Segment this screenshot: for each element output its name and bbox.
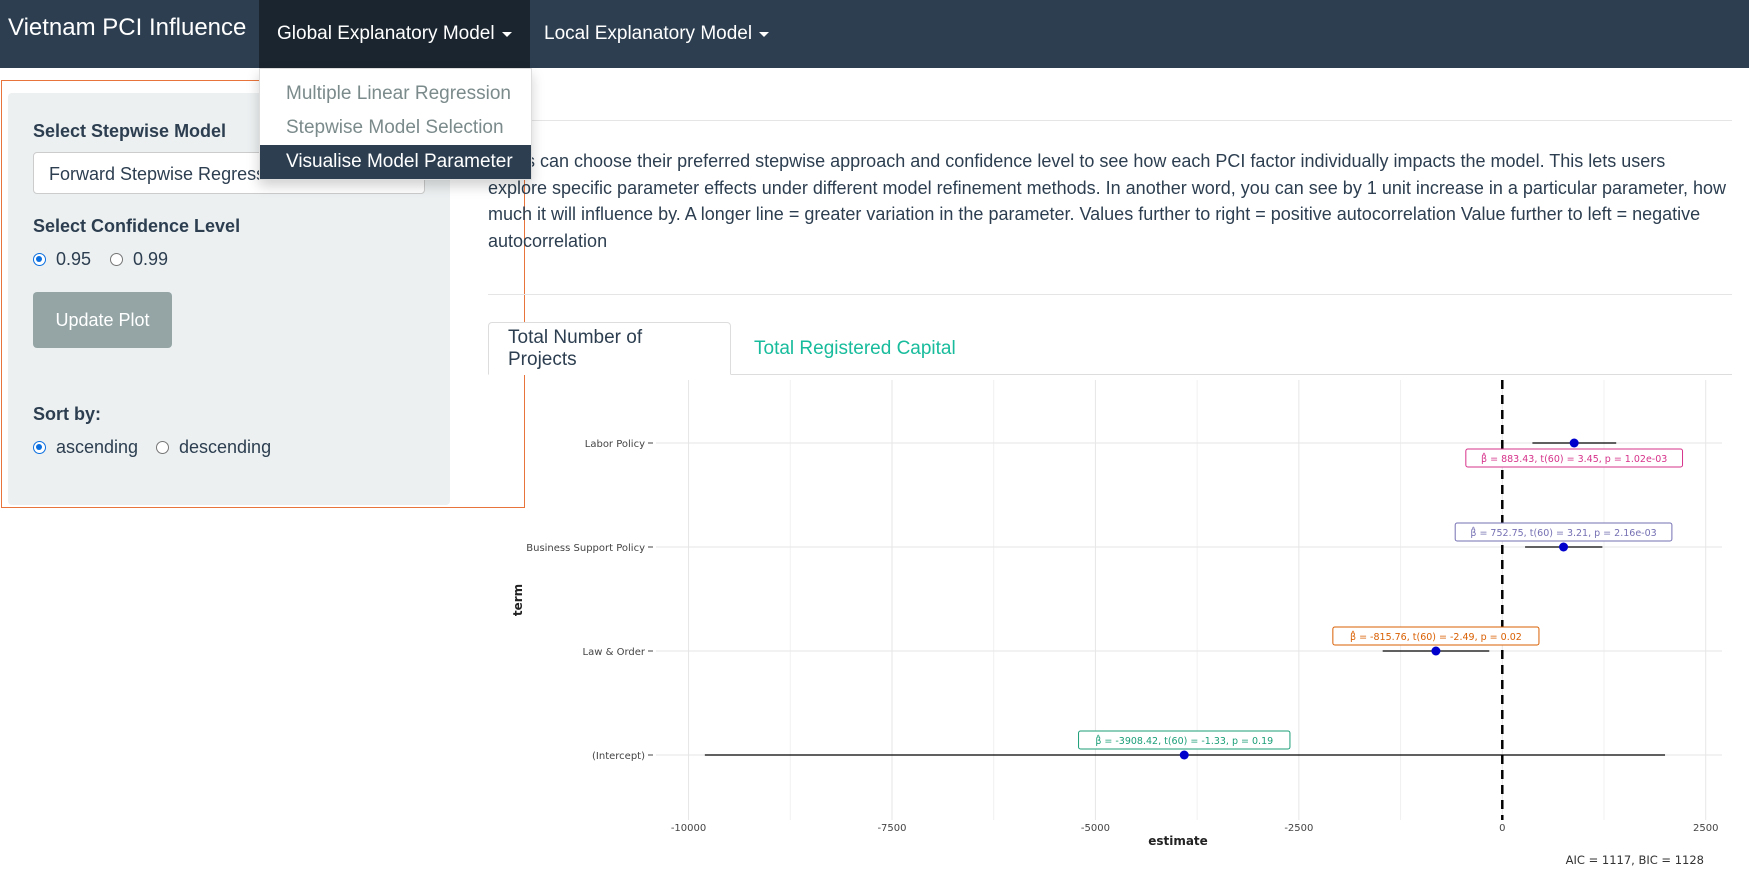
- menu-item-visualise-model-parameter[interactable]: Visualise Model Parameter: [260, 145, 531, 179]
- app-title[interactable]: Vietnam PCI Influence: [8, 14, 246, 42]
- estimate-point: [1179, 750, 1189, 760]
- y-tick-label: Business Support Policy: [526, 543, 645, 554]
- y-tick-label: Labor Policy: [585, 439, 645, 450]
- caret-down-icon: [501, 31, 512, 37]
- menu-item-stepwise-model-selection[interactable]: Stepwise Model Selection: [260, 111, 531, 145]
- estimate-point: [1559, 542, 1569, 552]
- x-tick-label: -7500: [877, 823, 906, 834]
- menu-item-multiple-linear-regression[interactable]: Multiple Linear Regression: [260, 77, 531, 111]
- local-menu-label: Local Explanatory Model: [544, 23, 753, 44]
- local-explanatory-model-menu[interactable]: Local Explanatory Model: [526, 0, 787, 68]
- x-tick-label: -10000: [671, 823, 706, 834]
- estimate-point: [1569, 438, 1579, 448]
- estimate-label: β̂ = -3908.42, t(60) = -1.33, p = 0.19: [1095, 734, 1273, 747]
- estimate-label-box: [1465, 448, 1684, 468]
- divider: [488, 294, 1732, 295]
- estimate-label: β̂ = 883.43, t(60) = 3.45, p = 1.02e-03: [1481, 452, 1667, 465]
- tab-total-registered-capital[interactable]: Total Registered Capital: [735, 322, 975, 375]
- navbar: Vietnam PCI Influence Global Explanatory…: [0, 0, 1749, 68]
- global-explanatory-model-menu[interactable]: Global Explanatory Model: [259, 0, 530, 68]
- x-tick-label: 2500: [1693, 823, 1718, 834]
- x-axis-label: estimate: [1148, 834, 1208, 848]
- y-tick-label: Law & Order: [583, 647, 646, 658]
- estimate-point: [1431, 646, 1441, 656]
- x-tick-label: -5000: [1081, 823, 1110, 834]
- estimate-label: β̂ = -815.76, t(60) = -2.49, p = 0.02: [1350, 630, 1522, 643]
- y-tick-label: (Intercept): [592, 751, 645, 762]
- tab-total-number-of-projects[interactable]: Total Number of Projects: [488, 322, 731, 375]
- estimate-label-box: [1332, 626, 1540, 646]
- estimate-label-box: [1078, 730, 1291, 750]
- caret-down-icon: [759, 31, 770, 37]
- y-axis-label: term: [511, 584, 525, 616]
- global-menu-label: Global Explanatory Model: [277, 23, 495, 44]
- model-fit-caption: AIC = 1117, BIC = 1128: [1566, 853, 1704, 867]
- global-model-dropdown: Multiple Linear Regression Stepwise Mode…: [259, 68, 532, 180]
- estimate-label-box: [1454, 522, 1673, 542]
- divider: [488, 120, 1732, 121]
- description-text: Users can choose their preferred stepwis…: [488, 151, 1727, 251]
- x-tick-label: -2500: [1284, 823, 1313, 834]
- estimate-label: β̂ = 752.75, t(60) = 3.21, p = 2.16e-03: [1470, 526, 1656, 539]
- x-tick-label: 0: [1499, 823, 1505, 834]
